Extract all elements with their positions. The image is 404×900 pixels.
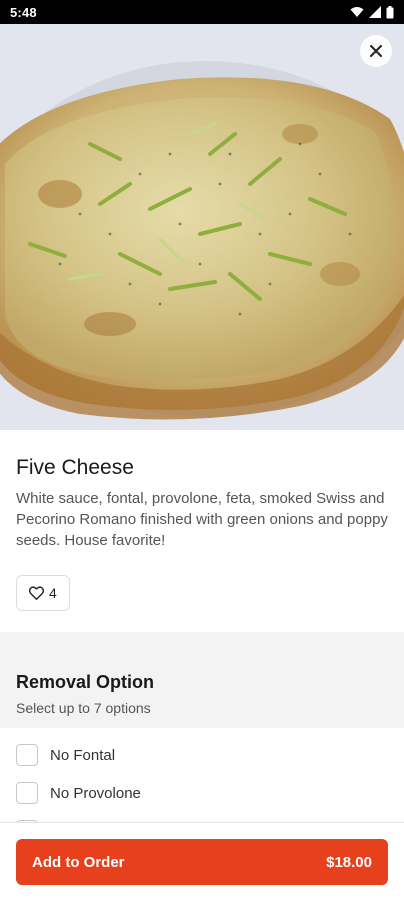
status-bar: 5:48 [0,0,404,24]
option-label: No Provolone [50,784,141,802]
item-description: White sauce, fontal, provolone, feta, sm… [16,490,388,549]
heart-icon [29,586,44,600]
checkbox[interactable] [16,744,38,766]
item-photo [0,24,404,430]
add-to-order-label: Add to Order [32,853,125,871]
option-no-fontal[interactable]: No Fontal [16,736,388,774]
removal-option-header: Removal Option Select up to 7 options [0,632,404,728]
option-label: No Fontal [50,746,116,764]
status-time: 5:48 [10,4,37,20]
like-count: 4 [49,585,57,601]
signal-icon [369,6,381,18]
status-icons [350,5,394,19]
item-title: Five Cheese [16,456,134,479]
option-no-provolone[interactable]: No Provolone [16,774,388,812]
price-label: $18.00 [326,853,372,871]
wifi-icon [350,7,364,17]
like-button[interactable]: 4 [16,575,70,611]
footer-bar: Add to Order $18.00 [0,822,404,900]
pizza-image [0,24,404,430]
section-title: Removal Option [16,672,155,692]
checkbox[interactable] [16,782,38,804]
close-button[interactable] [360,35,392,67]
section-subtitle: Select up to 7 options [16,700,151,716]
add-to-order-button[interactable]: Add to Order $18.00 [16,839,388,885]
close-icon [370,45,382,57]
battery-icon [386,5,394,18]
item-info: Five Cheese White sauce, fontal, provolo… [0,430,404,611]
